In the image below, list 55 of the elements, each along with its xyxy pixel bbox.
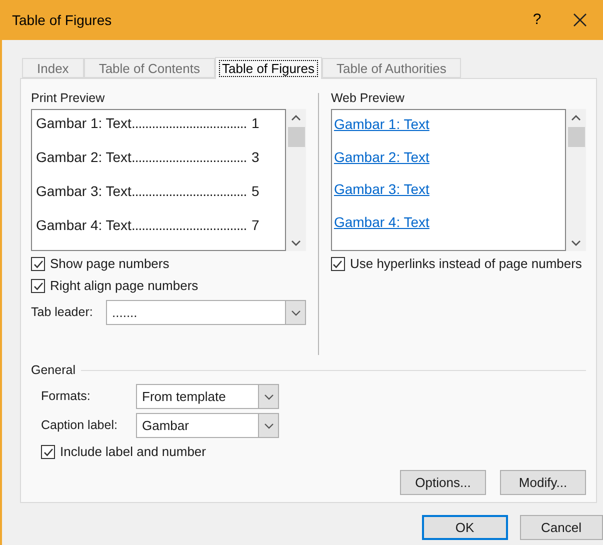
preview-entry: Gambar 1: Text (36, 114, 132, 133)
chevron-down-icon (290, 310, 300, 316)
page-number: 7 (251, 216, 260, 235)
default-button[interactable]: OK (422, 515, 508, 540)
tab-leader-dots: .................................. (131, 182, 248, 201)
help-button[interactable]: ? (517, 8, 557, 32)
chevron-down-icon (264, 422, 274, 428)
scroll-up-icon[interactable] (291, 115, 301, 121)
section-label: Web Preview (330, 90, 406, 107)
close-icon (573, 13, 587, 27)
checkbox[interactable] (330, 257, 345, 271)
chevron-down-icon (264, 394, 274, 400)
tab[interactable]: Table of Authorities (322, 58, 462, 78)
tab-leader-dots: .................................. (131, 114, 248, 133)
page-number: 5 (251, 182, 260, 201)
checkbox[interactable] (31, 279, 45, 293)
preview-entry: Gambar 4: Text (36, 216, 132, 235)
page-number: 1 (251, 114, 260, 133)
dialog-button[interactable]: Options... (400, 470, 486, 495)
scroll-up-icon[interactable] (571, 115, 581, 121)
field-label: Formats: (41, 388, 92, 406)
dialog-button[interactable]: Cancel (520, 515, 603, 540)
section-label: Print Preview (31, 90, 106, 107)
field-label: Tab leader: (31, 304, 94, 322)
scrollbar[interactable] (566, 109, 586, 251)
preview-link[interactable]: Gambar 4: Text (334, 214, 430, 230)
preview-link[interactable]: Gambar 2: Text (334, 148, 430, 164)
scroll-thumb[interactable] (568, 127, 584, 147)
dropdown[interactable]: ....... (106, 300, 306, 325)
scroll-thumb[interactable] (288, 127, 304, 147)
scroll-down-icon[interactable] (571, 240, 581, 246)
checkbox-label: Use hyperlinks instead of page numbers (350, 255, 582, 274)
window-title: Table of Figures (12, 10, 113, 30)
dialog-button[interactable]: Modify... (500, 470, 586, 495)
scroll-down-icon[interactable] (291, 240, 301, 246)
dropdown[interactable]: From template (136, 384, 279, 409)
checkbox-label: Right align page numbers (50, 277, 198, 296)
dropdown[interactable]: Gambar (136, 413, 279, 438)
tab-leader-dots: .................................. (131, 148, 248, 167)
preview-link[interactable]: Gambar 1: Text (334, 116, 430, 132)
checkbox-label: Include label and number (60, 443, 206, 462)
tab[interactable]: Index (22, 58, 84, 78)
preview-link[interactable]: Gambar 3: Text (334, 181, 430, 197)
checkbox[interactable] (41, 445, 55, 459)
checkbox[interactable] (31, 257, 45, 271)
field-label: Caption label: (41, 417, 118, 434)
checkbox-label: Show page numbers (50, 255, 170, 274)
preview-entry: Gambar 2: Text (36, 148, 132, 167)
tab-leader-dots: .................................. (131, 216, 248, 235)
group-title: General (31, 362, 76, 379)
scrollbar[interactable] (286, 109, 306, 251)
page-number: 3 (251, 148, 260, 167)
tab[interactable]: Table of Figures (215, 57, 322, 79)
preview-entry: Gambar 3: Text (36, 182, 132, 201)
tab[interactable]: Table of Contents (84, 58, 215, 78)
